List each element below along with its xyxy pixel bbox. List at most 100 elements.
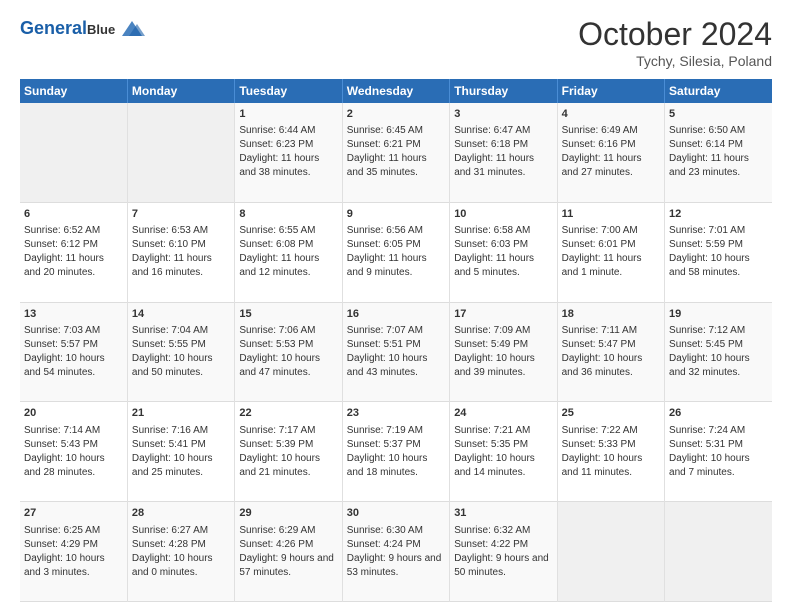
day-info: Sunrise: 6:56 AMSunset: 6:05 PMDaylight:… (347, 224, 445, 280)
day-info: Sunrise: 7:24 AMSunset: 5:31 PMDaylight:… (669, 424, 768, 480)
calendar-cell: 14 Sunrise: 7:04 AMSunset: 5:55 PMDayligh… (127, 302, 234, 402)
day-number: 24 (454, 406, 552, 421)
calendar-cell: 5Sunrise: 6:50 AMSunset: 6:14 PMDaylight… (665, 103, 772, 202)
calendar-cell: 20 Sunrise: 7:14 AMSunset: 5:43 PMDayligh… (20, 402, 127, 502)
day-number: 25 (562, 406, 660, 421)
calendar-cell: 19 Sunrise: 7:12 AMSunset: 5:45 PMDayligh… (665, 302, 772, 402)
day-number: 19 (669, 307, 768, 322)
week-row-5: 27 Sunrise: 6:25 AMSunset: 4:29 PMDayligh… (20, 502, 772, 602)
day-info: Sunrise: 7:16 AMSunset: 5:41 PMDaylight:… (132, 424, 230, 480)
day-number: 27 (24, 506, 123, 521)
calendar-cell: 4 Sunrise: 6:49 AMSunset: 6:16 PMDaylight… (557, 103, 664, 202)
day-number: 28 (132, 506, 230, 521)
day-number: 21 (132, 406, 230, 421)
day-number: 9 (347, 207, 445, 222)
day-info: Sunrise: 6:52 AMSunset: 6:12 PMDaylight:… (24, 224, 123, 280)
day-info: Sunrise: 7:07 AMSunset: 5:51 PMDaylight:… (347, 324, 445, 380)
calendar-cell: 12Sunrise: 7:01 AMSunset: 5:59 PMDayligh… (665, 202, 772, 302)
day-number: 31 (454, 506, 552, 521)
day-number: 15 (239, 307, 337, 322)
week-row-2: 6 Sunrise: 6:52 AMSunset: 6:12 PMDaylight… (20, 202, 772, 302)
calendar-cell: 27 Sunrise: 6:25 AMSunset: 4:29 PMDayligh… (20, 502, 127, 602)
day-info: Sunrise: 7:11 AMSunset: 5:47 PMDaylight:… (562, 324, 660, 380)
header: GeneralBlue October 2024 Tychy, Silesia,… (20, 16, 772, 69)
day-info: Sunrise: 7:14 AMSunset: 5:43 PMDaylight:… (24, 424, 123, 480)
day-number: 1 (239, 107, 337, 122)
calendar-cell: 2 Sunrise: 6:45 AMSunset: 6:21 PMDaylight… (342, 103, 449, 202)
day-number: 14 (132, 307, 230, 322)
weekday-header-row: SundayMondayTuesdayWednesdayThursdayFrid… (20, 79, 772, 103)
logo-text: GeneralBlue (20, 18, 115, 40)
day-info: Sunrise: 6:49 AMSunset: 6:16 PMDaylight:… (562, 124, 660, 180)
calendar-cell: 8Sunrise: 6:55 AMSunset: 6:08 PMDaylight… (235, 202, 342, 302)
title-block: October 2024 Tychy, Silesia, Poland (578, 16, 772, 69)
calendar-cell: 17 Sunrise: 7:09 AMSunset: 5:49 PMDayligh… (450, 302, 557, 402)
calendar-cell: 10 Sunrise: 6:58 AMSunset: 6:03 PMDayligh… (450, 202, 557, 302)
calendar-cell (665, 502, 772, 602)
day-info: Sunrise: 6:32 AMSunset: 4:22 PMDaylight:… (454, 524, 552, 580)
day-info: Sunrise: 7:12 AMSunset: 5:45 PMDaylight:… (669, 324, 768, 380)
calendar-cell (20, 103, 127, 202)
day-info: Sunrise: 7:03 AMSunset: 5:57 PMDaylight:… (24, 324, 123, 380)
logo: GeneralBlue (20, 16, 147, 41)
calendar-cell: 23 Sunrise: 7:19 AMSunset: 5:37 PMDayligh… (342, 402, 449, 502)
day-number: 5 (669, 107, 768, 122)
day-number: 22 (239, 406, 337, 421)
day-info: Sunrise: 7:19 AMSunset: 5:37 PMDaylight:… (347, 424, 445, 480)
day-number: 13 (24, 307, 123, 322)
week-row-1: 1 Sunrise: 6:44 AMSunset: 6:23 PMDaylight… (20, 103, 772, 202)
calendar-cell (127, 103, 234, 202)
day-info: Sunrise: 7:09 AMSunset: 5:49 PMDaylight:… (454, 324, 552, 380)
day-number: 11 (562, 207, 660, 222)
day-info: Sunrise: 7:04 AMSunset: 5:55 PMDaylight:… (132, 324, 230, 380)
day-info: Sunrise: 7:17 AMSunset: 5:39 PMDaylight:… (239, 424, 337, 480)
day-info: Sunrise: 7:21 AMSunset: 5:35 PMDaylight:… (454, 424, 552, 480)
calendar-cell: 28 Sunrise: 6:27 AMSunset: 4:28 PMDayligh… (127, 502, 234, 602)
day-info: Sunrise: 7:00 AMSunset: 6:01 PMDaylight:… (562, 224, 660, 280)
day-number: 3 (454, 107, 552, 122)
day-number: 10 (454, 207, 552, 222)
calendar-cell: 7Sunrise: 6:53 AMSunset: 6:10 PMDaylight… (127, 202, 234, 302)
day-number: 16 (347, 307, 445, 322)
calendar-cell: 9 Sunrise: 6:56 AMSunset: 6:05 PMDaylight… (342, 202, 449, 302)
calendar-title: October 2024 (578, 16, 772, 53)
calendar-cell: 24 Sunrise: 7:21 AMSunset: 5:35 PMDayligh… (450, 402, 557, 502)
calendar-cell: 25 Sunrise: 7:22 AMSunset: 5:33 PMDayligh… (557, 402, 664, 502)
day-info: Sunrise: 6:29 AMSunset: 4:26 PMDaylight:… (239, 524, 337, 580)
day-number: 30 (347, 506, 445, 521)
calendar-cell: 26Sunrise: 7:24 AMSunset: 5:31 PMDayligh… (665, 402, 772, 502)
weekday-header-saturday: Saturday (665, 79, 772, 103)
logo-icon (117, 16, 147, 41)
day-number: 18 (562, 307, 660, 322)
day-info: Sunrise: 6:47 AMSunset: 6:18 PMDaylight:… (454, 124, 552, 180)
day-number: 2 (347, 107, 445, 122)
day-number: 6 (24, 207, 123, 222)
day-info: Sunrise: 6:25 AMSunset: 4:29 PMDaylight:… (24, 524, 123, 580)
calendar-cell: 11 Sunrise: 7:00 AMSunset: 6:01 PMDayligh… (557, 202, 664, 302)
day-info: Sunrise: 6:58 AMSunset: 6:03 PMDaylight:… (454, 224, 552, 280)
week-row-4: 20 Sunrise: 7:14 AMSunset: 5:43 PMDayligh… (20, 402, 772, 502)
day-number: 7 (132, 207, 230, 222)
weekday-header-friday: Friday (557, 79, 664, 103)
day-number: 20 (24, 406, 123, 421)
calendar-cell: 22 Sunrise: 7:17 AMSunset: 5:39 PMDayligh… (235, 402, 342, 502)
day-number: 17 (454, 307, 552, 322)
day-number: 23 (347, 406, 445, 421)
day-info: Sunrise: 7:06 AMSunset: 5:53 PMDaylight:… (239, 324, 337, 380)
day-info: Sunrise: 6:44 AMSunset: 6:23 PMDaylight:… (239, 124, 337, 180)
calendar-table: SundayMondayTuesdayWednesdayThursdayFrid… (20, 79, 772, 602)
day-info: Sunrise: 6:30 AMSunset: 4:24 PMDaylight:… (347, 524, 445, 580)
weekday-header-sunday: Sunday (20, 79, 127, 103)
day-info: Sunrise: 6:27 AMSunset: 4:28 PMDaylight:… (132, 524, 230, 580)
day-number: 4 (562, 107, 660, 122)
calendar-page: GeneralBlue October 2024 Tychy, Silesia,… (0, 0, 792, 612)
day-number: 29 (239, 506, 337, 521)
day-info: Sunrise: 6:45 AMSunset: 6:21 PMDaylight:… (347, 124, 445, 180)
day-info: Sunrise: 7:22 AMSunset: 5:33 PMDaylight:… (562, 424, 660, 480)
calendar-subtitle: Tychy, Silesia, Poland (578, 53, 772, 69)
calendar-cell: 31 Sunrise: 6:32 AMSunset: 4:22 PMDayligh… (450, 502, 557, 602)
calendar-cell: 1 Sunrise: 6:44 AMSunset: 6:23 PMDaylight… (235, 103, 342, 202)
calendar-cell: 30 Sunrise: 6:30 AMSunset: 4:24 PMDayligh… (342, 502, 449, 602)
weekday-header-wednesday: Wednesday (342, 79, 449, 103)
day-info: Sunrise: 7:01 AMSunset: 5:59 PMDaylight:… (669, 224, 768, 280)
